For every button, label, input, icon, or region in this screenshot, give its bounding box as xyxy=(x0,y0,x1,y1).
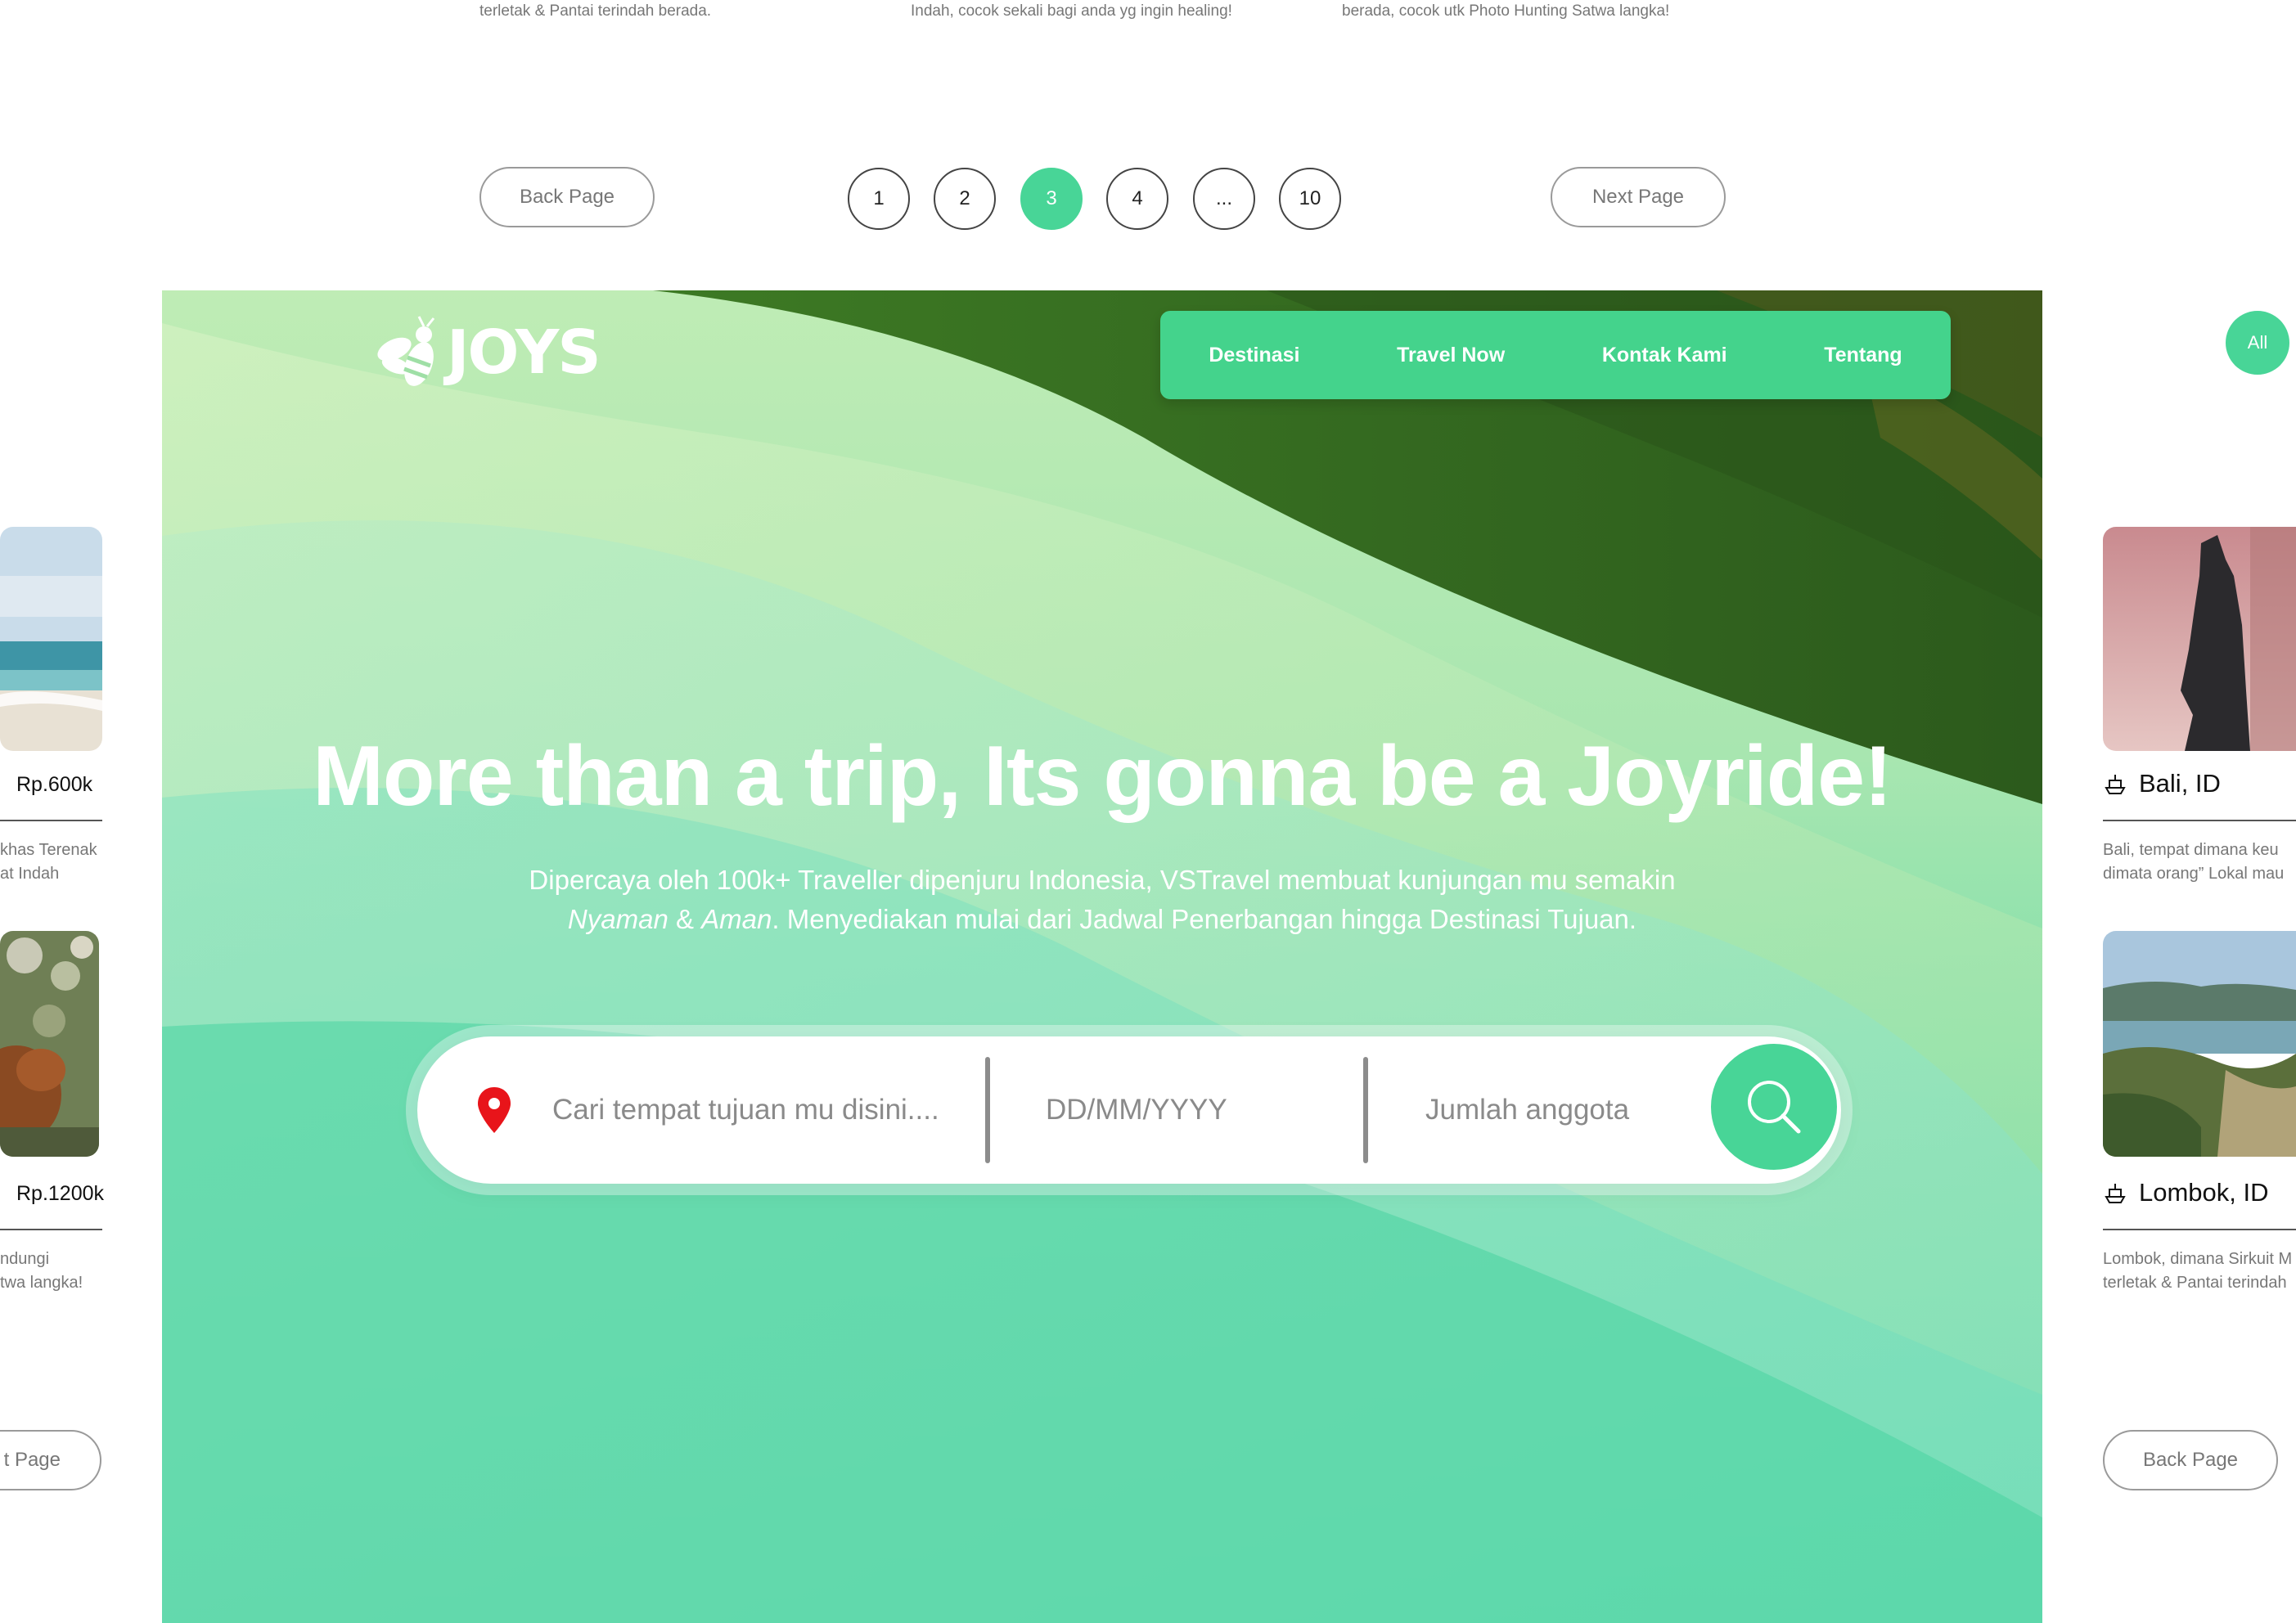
card-desc: dimata orang” Lokal mau xyxy=(2103,865,2285,883)
emphasis-nyaman: Nyaman xyxy=(567,904,669,934)
divider xyxy=(0,1229,102,1230)
search-divider xyxy=(985,1057,990,1163)
location-pin-icon xyxy=(476,1036,512,1184)
ship-icon xyxy=(2105,1184,2126,1203)
hero-background-waves xyxy=(162,290,2042,1623)
search-icon xyxy=(1748,1081,1801,1134)
page-ellipsis[interactable]: ... xyxy=(1193,168,1255,230)
emphasis-aman: Aman xyxy=(701,904,772,934)
price-label: Rp.600k xyxy=(16,773,93,796)
hero-subtitle-line2: Nyaman & Aman. Menyediakan mulai dari Ja… xyxy=(162,900,2042,939)
destination-input[interactable]: Cari tempat tujuan mu disini.... xyxy=(552,1036,939,1184)
destination-lombok[interactable]: Lombok, ID xyxy=(2103,1178,2269,1207)
card-desc: twa langka! xyxy=(0,1274,83,1292)
hero-section: JOYS Destinasi Travel Now Kontak Kami Te… xyxy=(162,290,2042,1623)
hero-subtitle-line1: Dipercaya oleh 100k+ Traveller dipenjuru… xyxy=(529,865,1676,895)
destination-name: Bali, ID xyxy=(2139,769,2221,798)
card-desc-tail-3: berada, cocok utk Photo Hunting Satwa la… xyxy=(1342,2,1670,20)
back-page-button[interactable]: Back Page xyxy=(479,167,655,227)
hero-subtitle: Dipercaya oleh 100k+ Traveller dipenjuru… xyxy=(162,861,2042,939)
subtitle-rest: . Menyediakan mulai dari Jadwal Penerban… xyxy=(772,904,1637,934)
search-bar: Cari tempat tujuan mu disini.... DD/MM/Y… xyxy=(417,1036,1841,1184)
page-1-button[interactable]: 1 xyxy=(848,168,910,230)
bee-logo-icon xyxy=(377,316,435,386)
orangutan-photo[interactable] xyxy=(0,931,99,1157)
next-page-button[interactable]: Next Page xyxy=(1551,167,1726,227)
nav-kontak-kami[interactable]: Kontak Kami xyxy=(1602,344,1727,367)
destination-bali[interactable]: Bali, ID xyxy=(2103,769,2221,798)
all-filter-button[interactable]: All xyxy=(2226,311,2289,375)
next-page-button-left[interactable]: t Page xyxy=(0,1430,101,1490)
bali-photo[interactable] xyxy=(2103,527,2296,751)
date-input[interactable]: DD/MM/YYYY xyxy=(1046,1036,1227,1184)
members-input[interactable]: Jumlah anggota xyxy=(1425,1036,1629,1184)
nav-travel-now[interactable]: Travel Now xyxy=(1397,344,1505,367)
nav-tentang[interactable]: Tentang xyxy=(1824,344,1902,367)
ship-icon xyxy=(2105,775,2126,794)
card-desc: at Indah xyxy=(0,865,60,883)
page-10-button[interactable]: 10 xyxy=(1279,168,1341,230)
divider xyxy=(2103,1229,2296,1230)
back-page-button-right[interactable]: Back Page xyxy=(2103,1430,2278,1490)
card-desc: khas Terenak xyxy=(0,841,97,859)
destination-name: Lombok, ID xyxy=(2139,1178,2269,1207)
page-4-button[interactable]: 4 xyxy=(1106,168,1168,230)
card-desc: ndungi xyxy=(0,1250,50,1268)
hero-headline: More than a trip, Its gonna be a Joyride… xyxy=(313,729,1893,824)
search-button[interactable] xyxy=(1708,1041,1839,1172)
divider xyxy=(0,820,102,821)
lombok-photo[interactable] xyxy=(2103,931,2296,1157)
joys-logo[interactable]: JOYS xyxy=(376,315,601,390)
beach-photo[interactable] xyxy=(0,527,102,751)
subtitle-ampersand: & xyxy=(668,904,702,934)
nav-destinasi[interactable]: Destinasi xyxy=(1209,344,1299,367)
search-divider xyxy=(1363,1057,1368,1163)
card-desc: Lombok, dimana Sirkuit M xyxy=(2103,1250,2293,1268)
card-desc-tail-1: terletak & Pantai terindah berada. xyxy=(479,2,712,20)
page-3-button-active[interactable]: 3 xyxy=(1020,168,1083,230)
logo-text: JOYS xyxy=(447,317,601,388)
card-desc: terletak & Pantai terindah xyxy=(2103,1274,2287,1292)
card-desc-tail-2: Indah, cocok sekali bagi anda yg ingin h… xyxy=(911,2,1232,20)
main-nav: Destinasi Travel Now Kontak Kami Tentang xyxy=(1160,311,1951,399)
price-label: Rp.1200k xyxy=(16,1182,105,1205)
page-2-button[interactable]: 2 xyxy=(934,168,996,230)
divider xyxy=(2103,820,2296,821)
card-desc: Bali, tempat dimana keu xyxy=(2103,841,2279,859)
